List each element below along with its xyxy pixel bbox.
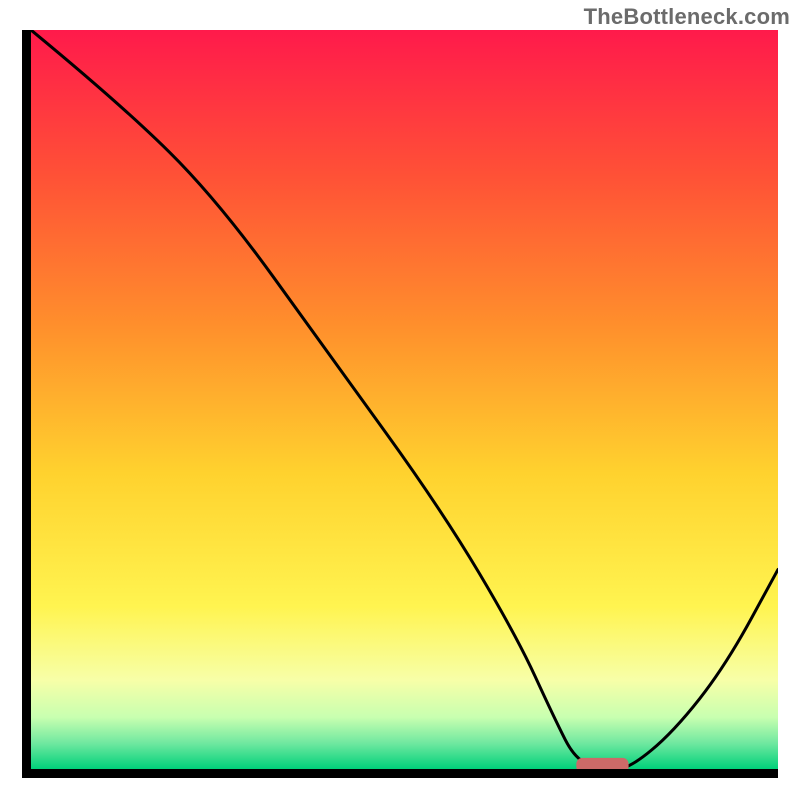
gradient-background <box>31 30 778 769</box>
chart-frame <box>22 30 778 778</box>
watermark-text: TheBottleneck.com <box>584 4 790 30</box>
optimal-marker <box>576 758 628 769</box>
plot-area <box>31 30 778 769</box>
chart-svg <box>31 30 778 769</box>
y-axis-bar <box>22 30 31 778</box>
x-axis-bar <box>22 769 778 778</box>
